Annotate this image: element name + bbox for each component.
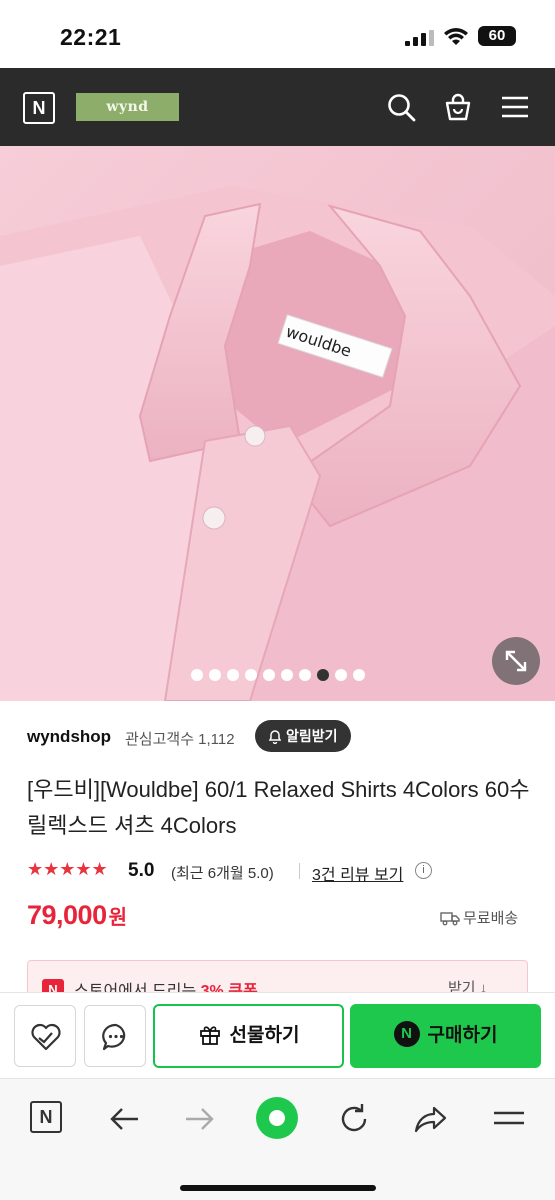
buy-button[interactable]: N 구매하기 [350, 1004, 541, 1068]
store-header: N wynd [0, 68, 555, 146]
naver-logo[interactable]: N [23, 92, 55, 124]
price-currency: 원 [108, 907, 127, 929]
purchase-action-bar: 선물하기 N 구매하기 [0, 992, 555, 1078]
carousel-dot[interactable] [280, 668, 293, 681]
forward-arrow-icon[interactable] [182, 1101, 218, 1137]
share-icon[interactable] [412, 1101, 448, 1137]
product-title: [우드비][Wouldbe] 60/1 Relaxed Shirts 4Colo… [27, 777, 530, 838]
carousel-dot[interactable] [244, 668, 257, 681]
divider [299, 863, 300, 879]
carousel-dot[interactable] [190, 668, 203, 681]
truck-icon [440, 911, 460, 925]
shopping-bag-icon[interactable] [443, 92, 473, 122]
back-arrow-icon[interactable] [106, 1101, 142, 1137]
status-bar: 22:21 60 [0, 0, 555, 68]
expand-icon [505, 650, 527, 672]
product-image-carousel[interactable]: wouldbe [0, 146, 555, 701]
bell-plus-icon [268, 730, 282, 745]
rating-score: 5.0 [128, 860, 155, 881]
refresh-icon[interactable] [336, 1101, 372, 1137]
gift-button[interactable]: 선물하기 [153, 1004, 344, 1068]
alarm-subscribe-button[interactable]: 알림받기 [255, 720, 351, 752]
carousel-dot[interactable] [316, 668, 329, 681]
rating-stars: ★★★★★ [27, 859, 108, 879]
chat-bubble-icon [102, 1023, 126, 1051]
rating-row: ★★★★★ 5.0 (최근 6개월 5.0) 3건 리뷰 보기 i [27, 858, 537, 884]
pink-shirt-image: wouldbe [0, 146, 555, 701]
recent-rating: (최근 6개월 5.0) [171, 865, 274, 882]
wifi-icon [444, 28, 468, 45]
signal-icon [405, 30, 434, 46]
seller-row: wyndshop 관심고객수 1,112 알림받기 [27, 718, 537, 754]
info-icon[interactable]: i [415, 862, 432, 879]
search-icon[interactable] [386, 92, 416, 122]
naver-icon[interactable]: N [30, 1101, 62, 1133]
seller-fan-count: 관심고객수 1,112 [125, 731, 235, 748]
talk-chat-button[interactable] [84, 1005, 146, 1067]
review-link[interactable]: 3건 리뷰 보기 [312, 861, 403, 885]
seller-name[interactable]: wyndshop [27, 727, 111, 747]
naverpay-n-icon: N [393, 1020, 420, 1047]
shipping-info: 무료배송 [440, 907, 518, 928]
buy-label: 구매하기 [427, 1025, 498, 1046]
carousel-dot[interactable] [226, 668, 239, 681]
price: 79,000 원 [27, 900, 127, 931]
home-green-icon[interactable] [256, 1097, 298, 1139]
gift-label: 선물하기 [229, 1025, 300, 1046]
carousel-pagination [0, 666, 555, 684]
menu-icon[interactable] [500, 92, 530, 122]
gift-icon [199, 1026, 220, 1045]
carousel-dot[interactable] [298, 668, 311, 681]
battery-indicator: 60 [478, 26, 516, 46]
heart-check-icon [31, 1023, 61, 1051]
alarm-label: 알림받기 [286, 728, 338, 744]
carousel-dot[interactable] [208, 668, 221, 681]
shipping-label: 무료배송 [463, 910, 519, 927]
browser-toolbar: N [0, 1078, 555, 1200]
menu-icon[interactable] [491, 1101, 527, 1137]
price-value: 79,000 [27, 900, 107, 930]
carousel-dot[interactable] [334, 668, 347, 681]
wishlist-button[interactable] [14, 1005, 76, 1067]
home-indicator [180, 1185, 376, 1191]
carousel-dot[interactable] [262, 668, 275, 681]
status-time: 22:21 [60, 24, 122, 50]
store-brand-logo[interactable]: wynd [76, 93, 179, 121]
carousel-dot[interactable] [352, 668, 365, 681]
expand-image-button[interactable] [492, 637, 540, 685]
